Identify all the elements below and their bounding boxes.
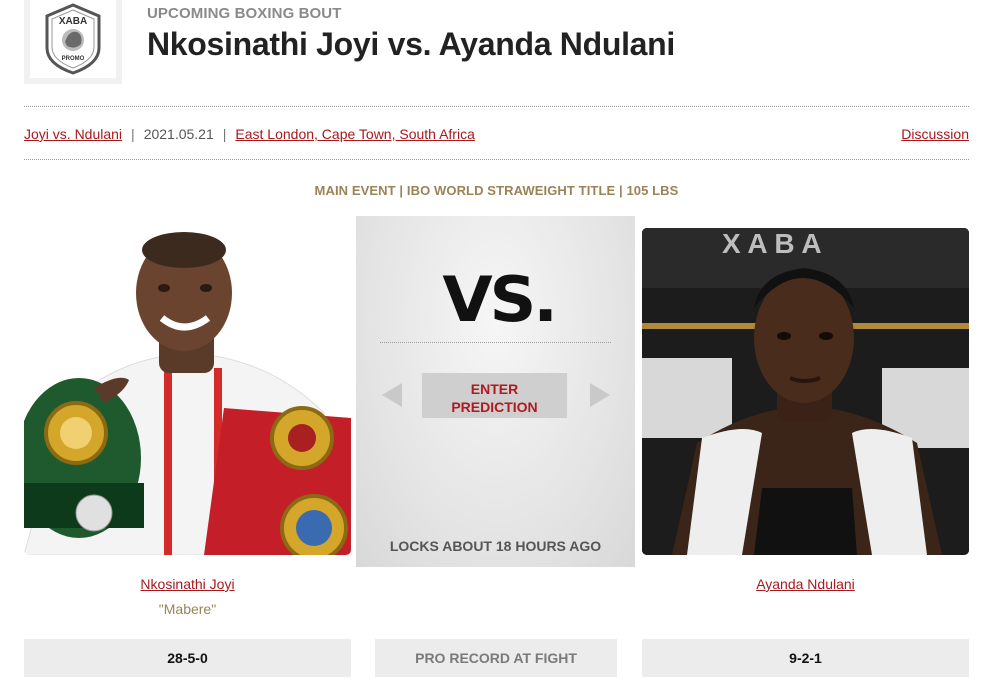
event-subtitle: MAIN EVENT | IBO WORLD STRAWEIGHT TITLE … xyxy=(314,183,679,198)
matchup-link[interactable]: Joyi vs. Ndulani xyxy=(24,126,122,142)
backdrop-logo-text: X A B A xyxy=(722,228,822,259)
prev-arrow-icon[interactable] xyxy=(382,383,402,407)
location-link[interactable]: East London, Cape Town, South Africa xyxy=(235,126,474,142)
lock-status: LOCKS ABOUT 18 HOURS AGO xyxy=(389,538,602,554)
separator: | xyxy=(222,126,227,142)
bout-date: 2021.05.21 xyxy=(143,126,214,142)
fighter-photo-left[interactable] xyxy=(24,228,351,555)
divider-bottom xyxy=(24,159,969,160)
record-label: PRO RECORD AT FIGHT xyxy=(375,639,617,677)
vs-divider xyxy=(380,342,611,343)
vs-label: VS. xyxy=(442,263,558,336)
fighter-name-left: Nkosinathi Joyi xyxy=(24,576,351,592)
promoter-logo[interactable]: XABA PROMO xyxy=(30,0,116,78)
boxer-portrait-image: X A B A xyxy=(642,228,969,555)
separator: | xyxy=(131,126,135,142)
shield-logo-icon: XABA PROMO xyxy=(45,3,101,75)
fighter-photo-right[interactable]: X A B A xyxy=(642,228,969,555)
record-left: 28-5-0 xyxy=(24,639,351,677)
fighter-link-right[interactable]: Ayanda Ndulani xyxy=(756,576,855,592)
fighter-link-left[interactable]: Nkosinathi Joyi xyxy=(140,576,234,592)
enter-prediction-button[interactable]: ENTER PREDICTION xyxy=(422,373,567,418)
next-arrow-icon[interactable] xyxy=(590,383,610,407)
logo-wordmark: XABA xyxy=(59,16,87,27)
fighter-nickname-left: "Mabere" xyxy=(158,601,217,617)
discussion-link[interactable]: Discussion xyxy=(901,126,969,142)
page-title: Nkosinathi Joyi vs. Ayanda Ndulani xyxy=(147,26,676,62)
bout-meta-bar: Joyi vs. Ndulani | 2021.05.21 | East London,… xyxy=(24,124,969,146)
promoter-logo-frame: XABA PROMO xyxy=(24,0,122,84)
logo-subtext: PROMO xyxy=(62,56,85,62)
record-right: 9-2-1 xyxy=(642,639,969,677)
page-eyebrow: UPCOMING BOXING BOUT xyxy=(147,5,342,22)
boxer-with-belts-image xyxy=(24,228,351,555)
fighter-name-right: Ayanda Ndulani xyxy=(642,576,969,592)
divider-top xyxy=(24,106,969,107)
